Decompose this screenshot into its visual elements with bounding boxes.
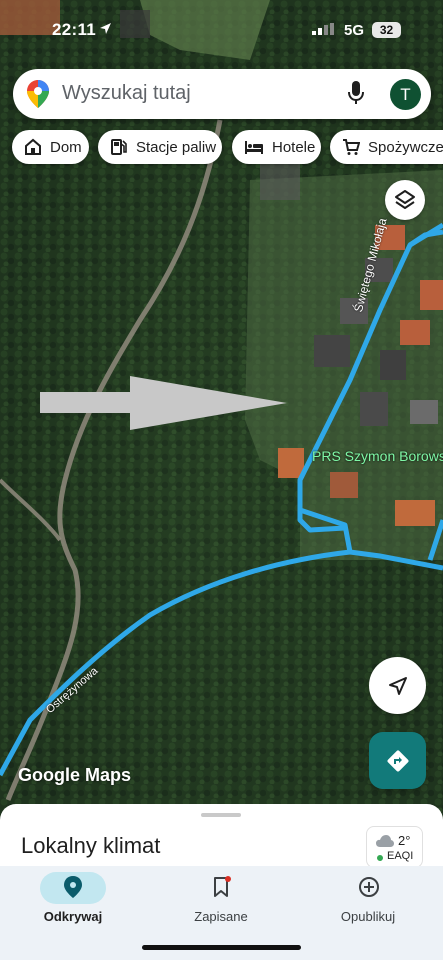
- microphone-icon[interactable]: [348, 81, 364, 105]
- nav-label-explore: Odkrywaj: [43, 909, 103, 924]
- explore-pin-icon: [64, 876, 82, 898]
- layers-icon: [395, 190, 415, 209]
- aqi-status-dot: [377, 855, 383, 861]
- chip-label: Spożywcze: [368, 138, 443, 156]
- nav-label-saved: Zapisane: [194, 909, 248, 924]
- chip-label: Dom: [50, 138, 82, 156]
- location-arrow-icon: [100, 23, 111, 34]
- shopping-cart-icon: [343, 139, 360, 155]
- category-chips: Dom Stacje paliw Hotele Spożywcze: [12, 130, 443, 164]
- bookmark-icon: [214, 876, 231, 897]
- google-maps-logo-icon: [27, 80, 49, 108]
- signal-icon: [312, 23, 334, 35]
- navigation-arrow-icon: [388, 676, 407, 695]
- nav-item-explore[interactable]: Odkrywaj: [20, 866, 140, 936]
- account-avatar[interactable]: T: [390, 79, 421, 110]
- status-bar: 22:11 5G 32: [0, 0, 443, 60]
- directions-icon: [387, 750, 408, 771]
- add-circle-icon: [359, 877, 379, 897]
- sheet-drag-handle[interactable]: [201, 813, 241, 817]
- cloud-icon: [376, 835, 394, 847]
- battery-icon: 32: [372, 22, 401, 38]
- home-icon: [25, 138, 41, 155]
- gas-station-icon: [111, 139, 127, 155]
- layers-button[interactable]: [385, 180, 425, 220]
- weather-temperature: 2°: [398, 833, 411, 848]
- directions-button[interactable]: [369, 732, 426, 789]
- chip-label: Stacje paliw: [136, 138, 217, 156]
- status-time: 22:11: [52, 20, 97, 39]
- nav-label-contribute: Opublikuj: [340, 909, 396, 924]
- nav-item-saved[interactable]: Zapisane: [168, 866, 288, 936]
- search-input[interactable]: Wyszukaj tutaj: [62, 82, 191, 105]
- chip-gas-stations[interactable]: Stacje paliw: [98, 130, 222, 164]
- chip-home[interactable]: Dom: [12, 130, 89, 164]
- chip-hotels[interactable]: Hotele: [232, 130, 321, 164]
- my-location-button[interactable]: [369, 657, 426, 714]
- place-label[interactable]: PRS Szymon Borows: [312, 448, 443, 464]
- sheet-title: Lokalny klimat: [21, 833, 161, 858]
- nav-item-contribute[interactable]: Opublikuj: [315, 866, 435, 936]
- chip-groceries[interactable]: Spożywcze: [330, 130, 443, 164]
- home-indicator[interactable]: [142, 945, 301, 950]
- aqi-label: EAQI: [387, 850, 414, 862]
- hotel-bed-icon: [245, 141, 263, 154]
- network-type: 5G: [344, 22, 365, 39]
- chip-label: Hotele: [272, 138, 316, 156]
- bottom-sheet[interactable]: Lokalny klimat 2° EAQI: [0, 804, 443, 870]
- weather-badge[interactable]: 2° EAQI: [366, 826, 423, 868]
- google-maps-watermark: Google Maps: [18, 765, 132, 785]
- search-bar[interactable]: Wyszukaj tutaj T: [13, 69, 431, 119]
